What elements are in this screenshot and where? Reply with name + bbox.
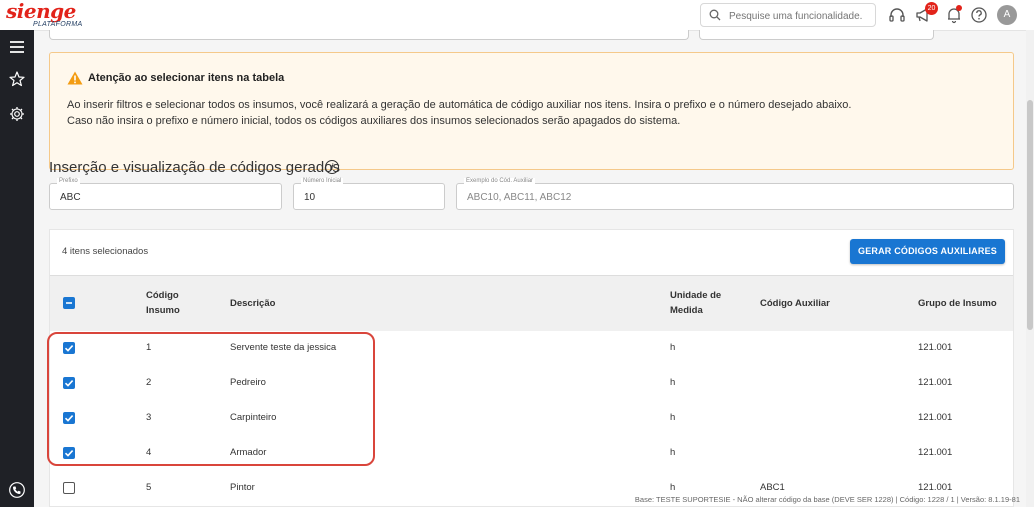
footer-info: Base: TESTE SUPORTESIE - NÃO alterar cód… <box>634 495 1020 504</box>
logo-subtitle: PLATAFORMA <box>33 21 83 28</box>
scrollbar[interactable] <box>1026 30 1034 507</box>
help-icon[interactable] <box>970 6 988 24</box>
main-content: Atenção ao selecionar itens na tabela Ao… <box>34 30 1024 507</box>
selected-count: 4 itens selecionados <box>62 246 149 257</box>
row-checkbox[interactable] <box>63 412 75 424</box>
cell-unit: h <box>670 482 676 493</box>
cell-description: Pintor <box>230 482 255 493</box>
table-row[interactable]: 2 Pedreiro h 121.001 <box>50 366 1013 402</box>
section-title: Inserção e visualização de códigos gerad… <box>49 159 341 176</box>
previous-filter-field[interactable] <box>699 30 934 40</box>
prefix-field[interactable]: Prefixo ABC <box>49 178 282 210</box>
table-row[interactable]: 3 Carpinteiro h 121.001 <box>50 401 1013 437</box>
prefix-label: Prefixo <box>57 178 80 184</box>
header-description[interactable]: Descrição <box>230 296 275 311</box>
cell-description: Servente teste da jessica <box>230 342 337 353</box>
start-number-field[interactable]: Número Inicial 10 <box>293 178 445 210</box>
settings-icon[interactable] <box>8 105 26 123</box>
search-icon <box>709 9 721 21</box>
table-row[interactable]: 4 Armador h 121.001 <box>50 436 1013 472</box>
cell-code: 2 <box>146 377 152 388</box>
cell-description: Carpinteiro <box>230 412 277 423</box>
warning-text: Ao inserir filtros e selecionar todos os… <box>67 97 852 129</box>
warning-icon <box>67 71 83 85</box>
alert-dot <box>956 5 962 11</box>
row-checkbox[interactable] <box>63 482 75 494</box>
info-icon[interactable]: i <box>325 160 339 174</box>
cell-description: Pedreiro <box>230 377 266 388</box>
star-icon[interactable] <box>8 70 26 88</box>
headset-icon[interactable] <box>888 6 906 24</box>
example-code-label: Exemplo do Cód. Auxiliar <box>464 178 536 184</box>
cell-unit: h <box>670 447 676 458</box>
cell-description: Armador <box>230 447 267 458</box>
header-aux-code[interactable]: Código Auxiliar <box>760 296 830 311</box>
example-code-value: ABC10, ABC11, ABC12 <box>467 192 572 203</box>
cell-code: 5 <box>146 482 152 493</box>
header-unit[interactable]: Unidade de Medida <box>670 288 721 318</box>
previous-filter-field[interactable] <box>49 30 689 40</box>
header-group[interactable]: Grupo de Insumo <box>918 296 997 311</box>
cell-code: 4 <box>146 447 152 458</box>
cell-group: 121.001 <box>918 342 953 353</box>
warning-alert: Atenção ao selecionar itens na tabela Ao… <box>49 52 1014 170</box>
scrollbar-thumb[interactable] <box>1027 100 1033 330</box>
select-all-checkbox[interactable] <box>63 297 75 309</box>
search-input[interactable] <box>727 7 876 25</box>
cell-group: 121.001 <box>918 412 953 423</box>
cell-unit: h <box>670 377 676 388</box>
search-box[interactable] <box>700 3 876 27</box>
cell-aux-code: ABC1 <box>760 482 785 493</box>
cell-unit: h <box>670 342 676 353</box>
header-code[interactable]: Código Insumo <box>146 288 180 318</box>
cell-code: 1 <box>146 342 152 353</box>
user-avatar[interactable]: A <box>997 5 1017 25</box>
row-checkbox[interactable] <box>63 447 75 459</box>
cell-unit: h <box>670 412 676 423</box>
table-header: Código Insumo Descrição Unidade de Medid… <box>50 275 1013 332</box>
row-checkbox[interactable] <box>63 377 75 389</box>
generate-codes-button[interactable]: GERAR CÓDIGOS AUXILIARES <box>850 239 1005 264</box>
cell-group: 121.001 <box>918 377 953 388</box>
cell-group: 121.001 <box>918 482 953 493</box>
items-table-card: 4 itens selecionados GERAR CÓDIGOS AUXIL… <box>49 229 1014 507</box>
prefix-value[interactable]: ABC <box>60 192 81 203</box>
menu-icon[interactable] <box>8 38 26 56</box>
cell-code: 3 <box>146 412 152 423</box>
cell-group: 121.001 <box>918 447 953 458</box>
notification-badge: 20 <box>925 2 938 15</box>
warning-line-1: Ao inserir filtros e selecionar todos os… <box>67 99 852 111</box>
sienge-logo[interactable]: sienge <box>6 0 76 22</box>
sidebar <box>0 30 34 507</box>
warning-line-2: Caso não insira o prefixo e número inici… <box>67 115 681 127</box>
warning-title: Atenção ao selecionar itens na tabela <box>88 72 285 84</box>
start-number-label: Número Inicial <box>301 178 344 184</box>
table-row[interactable]: 1 Servente teste da jessica h 121.001 <box>50 331 1013 367</box>
top-bar: sienge PLATAFORMA 20 A <box>0 0 1034 31</box>
example-code-field: Exemplo do Cód. Auxiliar ABC10, ABC11, A… <box>456 178 1014 210</box>
row-checkbox[interactable] <box>63 342 75 354</box>
start-number-value[interactable]: 10 <box>304 192 315 203</box>
